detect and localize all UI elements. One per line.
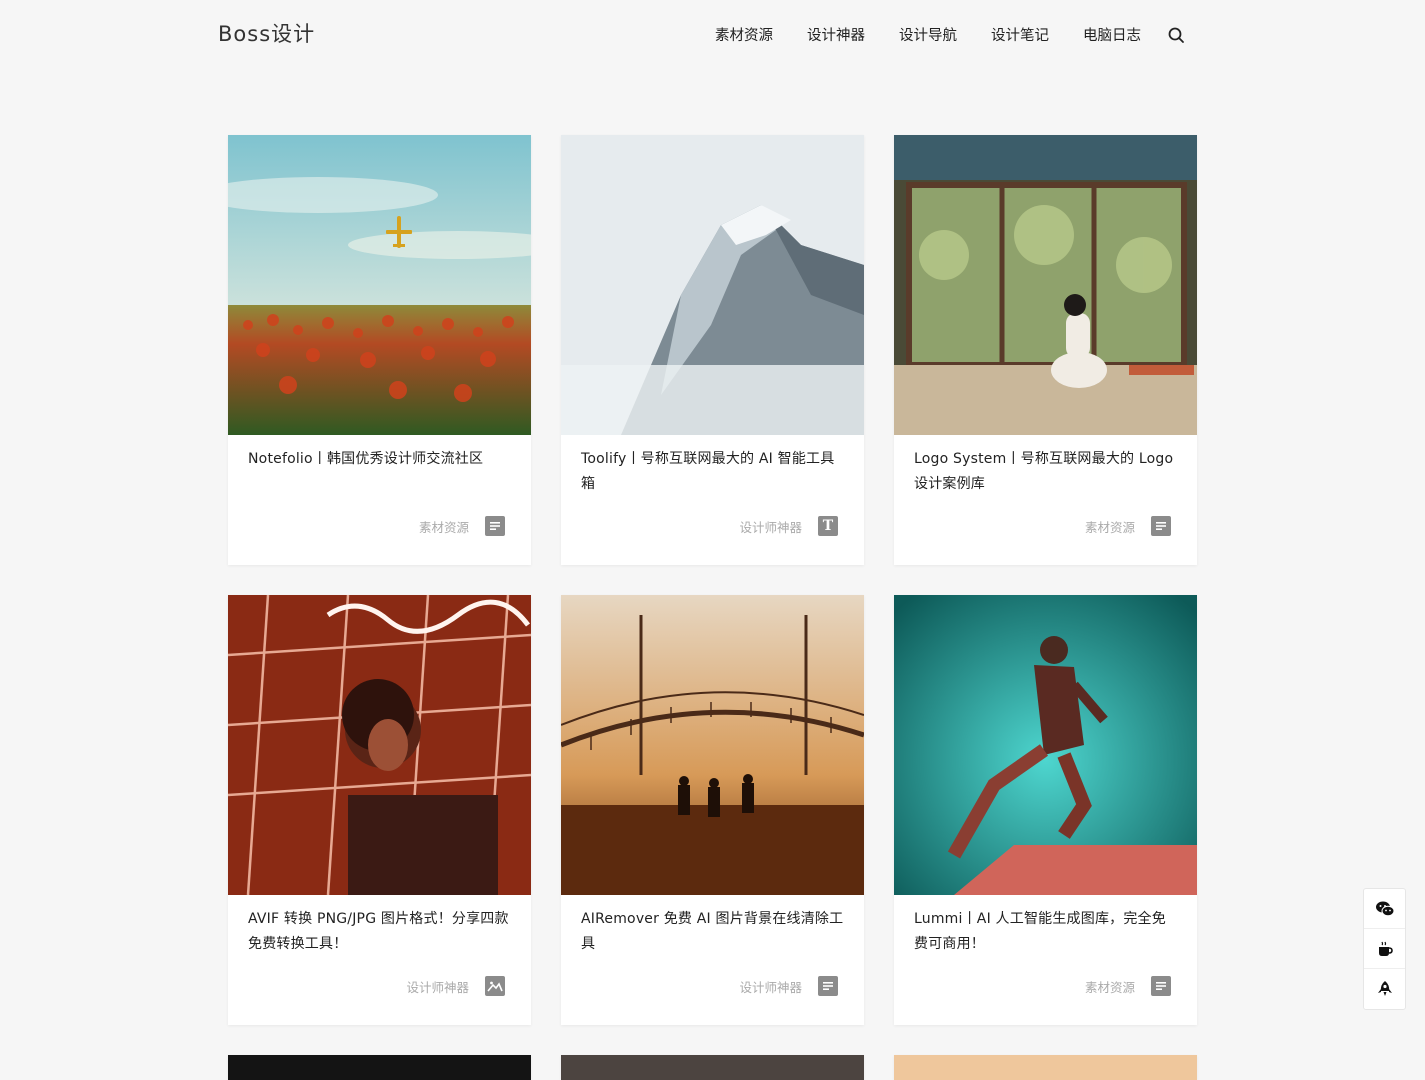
document-icon <box>1151 976 1171 996</box>
post-category[interactable]: 设计师神器 <box>739 977 802 996</box>
nav-item-assets[interactable]: 素材资源 <box>715 24 773 45</box>
post-meta: 素材资源 <box>1085 976 1171 996</box>
nav-item-notes[interactable]: 设计笔记 <box>991 24 1049 45</box>
image-icon <box>485 976 505 996</box>
post-thumbnail[interactable] <box>894 595 1197 895</box>
post-title[interactable]: AVIF 转换 PNG/JPG 图片格式！分享四款免费转换工具！ <box>248 907 511 957</box>
post-title[interactable]: Logo System丨号称互联网最大的 Logo 设计案例库 <box>914 447 1177 497</box>
post-card[interactable]: Toolify丨号称互联网最大的 AI 智能工具箱 设计师神器 T <box>561 135 864 565</box>
post-meta: 素材资源 <box>1085 516 1171 536</box>
site-header: Boss设计 素材资源 设计神器 设计导航 设计笔记 电脑日志 <box>0 0 1425 70</box>
main-nav: 素材资源 设计神器 设计导航 设计笔记 电脑日志 <box>681 24 1185 45</box>
post-title[interactable]: Toolify丨号称互联网最大的 AI 智能工具箱 <box>581 447 844 497</box>
post-category[interactable]: 素材资源 <box>1085 517 1135 536</box>
post-meta: 设计师神器 T <box>739 516 838 536</box>
post-meta: 素材资源 <box>419 516 505 536</box>
post-card[interactable] <box>561 1055 864 1080</box>
site-logo[interactable]: Boss设计 <box>218 18 315 48</box>
post-category[interactable]: 设计师神器 <box>739 517 802 536</box>
post-card[interactable]: AIRemover 免费 AI 图片背景在线清除工具 设计师神器 <box>561 595 864 1025</box>
post-title[interactable]: Lummi丨AI 人工智能生成图库，完全免费可商用！ <box>914 907 1177 957</box>
post-category[interactable]: 设计师神器 <box>406 977 469 996</box>
coffee-icon[interactable] <box>1364 929 1405 969</box>
post-category[interactable]: 素材资源 <box>1085 977 1135 996</box>
post-meta: 设计师神器 <box>739 976 838 996</box>
post-card[interactable]: Notefolio丨韩国优秀设计师交流社区 素材资源 <box>228 135 531 565</box>
post-card[interactable] <box>894 1055 1197 1080</box>
nav-item-pc-log[interactable]: 电脑日志 <box>1083 24 1141 45</box>
post-thumbnail[interactable] <box>228 135 531 435</box>
nav-item-tools[interactable]: 设计神器 <box>807 24 865 45</box>
post-title[interactable]: AIRemover 免费 AI 图片背景在线清除工具 <box>581 907 844 957</box>
floating-toolbar <box>1363 888 1406 1010</box>
document-icon <box>818 976 838 996</box>
post-thumbnail[interactable] <box>894 135 1197 435</box>
document-icon <box>485 516 505 536</box>
post-card[interactable]: AVIF 转换 PNG/JPG 图片格式！分享四款免费转换工具！ 设计师神器 <box>228 595 531 1025</box>
post-thumbnail[interactable] <box>561 595 864 895</box>
post-thumbnail[interactable] <box>561 135 864 435</box>
post-thumbnail[interactable] <box>228 595 531 895</box>
post-card[interactable]: Logo System丨号称互联网最大的 Logo 设计案例库 素材资源 <box>894 135 1197 565</box>
text-format-icon: T <box>818 516 838 536</box>
post-card[interactable]: Lummi丨AI 人工智能生成图库，完全免费可商用！ 素材资源 <box>894 595 1197 1025</box>
search-icon[interactable] <box>1167 26 1185 44</box>
post-meta: 设计师神器 <box>406 976 505 996</box>
rocket-icon[interactable] <box>1364 969 1405 1008</box>
nav-item-navigation[interactable]: 设计导航 <box>899 24 957 45</box>
post-card[interactable] <box>228 1055 531 1080</box>
wechat-icon[interactable] <box>1364 889 1405 929</box>
post-title[interactable]: Notefolio丨韩国优秀设计师交流社区 <box>248 447 511 472</box>
post-category[interactable]: 素材资源 <box>419 517 469 536</box>
document-icon <box>1151 516 1171 536</box>
